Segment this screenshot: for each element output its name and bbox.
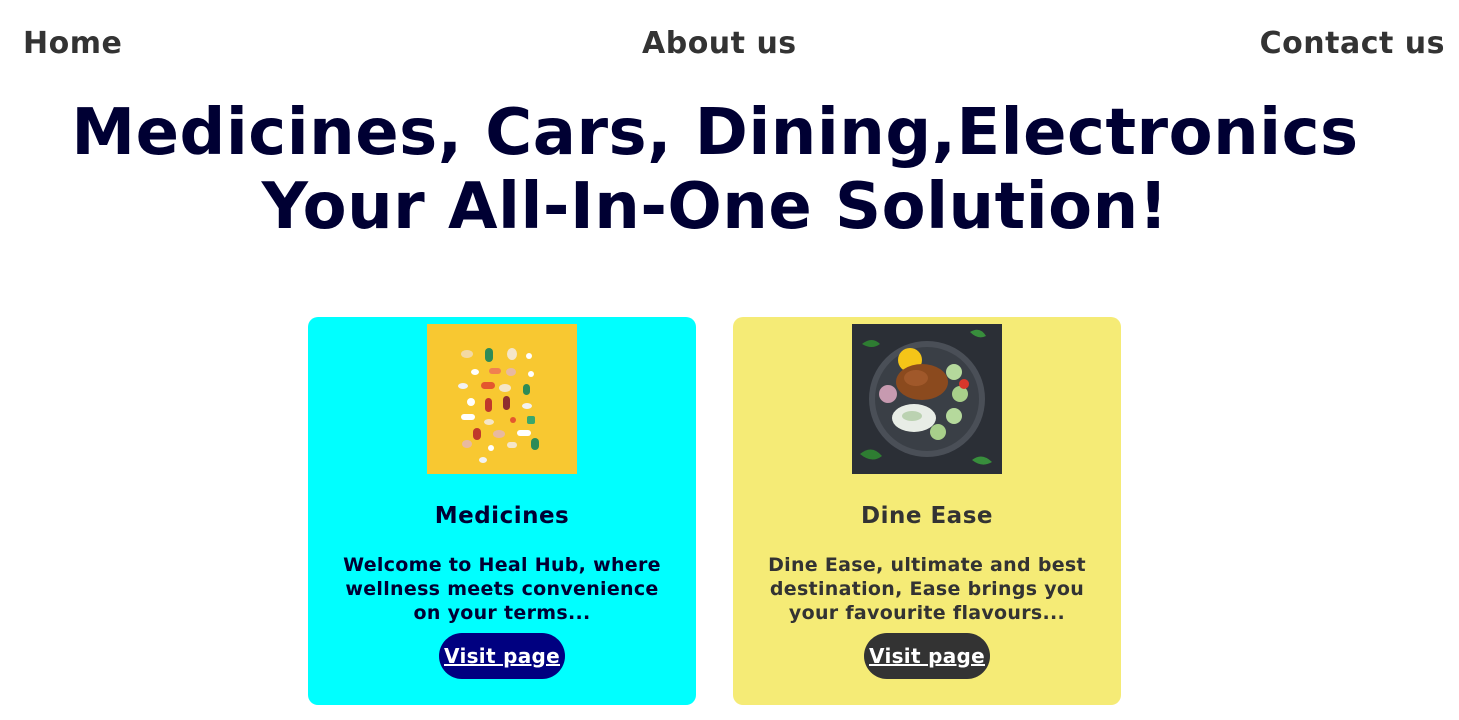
visit-page-button[interactable]: Visit page xyxy=(439,633,565,679)
headline-line-2: Your All-In-One Solution! xyxy=(261,170,1169,244)
pills-image xyxy=(427,324,577,474)
visit-page-button[interactable]: Visit page xyxy=(864,633,990,679)
top-nav: Home About us Contact us xyxy=(0,26,1459,70)
nav-home-link[interactable]: Home xyxy=(23,26,122,61)
card-title: Dine Ease xyxy=(861,503,993,529)
page-headline: Medicines, Cars, Dining,Electronics Your… xyxy=(0,96,1430,244)
food-image xyxy=(852,324,1002,474)
card-description: Welcome to Heal Hub, where wellness meet… xyxy=(343,554,661,624)
card-medicines: Medicines Welcome to Heal Hub, where wel… xyxy=(308,317,696,705)
food-bowl-icon xyxy=(852,324,1002,474)
card-title: Medicines xyxy=(434,503,570,529)
pills-icon xyxy=(427,324,577,474)
card-dine-ease: Dine Ease Dine Ease, ultimate and best d… xyxy=(733,317,1121,705)
nav-contact-link[interactable]: Contact us xyxy=(1260,26,1445,61)
nav-about-link[interactable]: About us xyxy=(642,26,797,61)
card-description: Dine Ease, ultimate and best destination… xyxy=(768,554,1086,624)
headline-line-1: Medicines, Cars, Dining,Electronics xyxy=(71,96,1359,170)
